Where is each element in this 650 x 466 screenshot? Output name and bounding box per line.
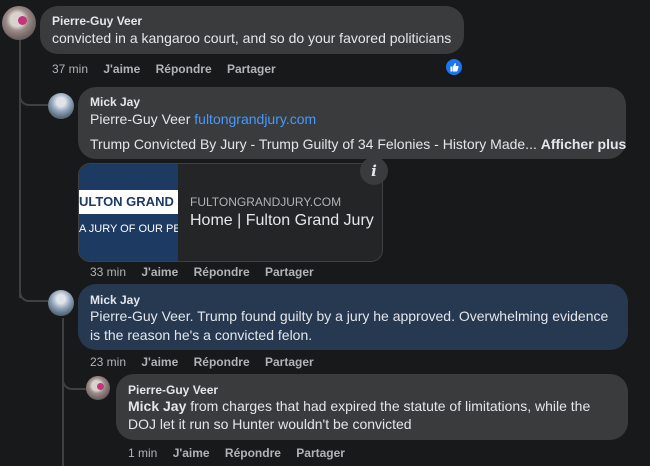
comment-text-line2: Trump Convicted By Jury - Trump Guilty o… (90, 135, 626, 154)
see-more-link[interactable]: Afficher plus (541, 136, 627, 152)
info-icon[interactable]: i (360, 157, 388, 185)
like-button[interactable]: J'aime (141, 265, 178, 279)
like-button[interactable]: J'aime (173, 446, 210, 460)
comment-text-line1: Pierre-Guy Veer. Trump found guilty by a… (90, 308, 609, 324)
comment-time[interactable]: 23 min (90, 355, 126, 369)
avatar-flower-detail (97, 383, 104, 390)
share-button[interactable]: Partager (227, 62, 276, 76)
link-preview-title: Home | Fulton Grand Jury (190, 212, 374, 229)
comment-text-line1: Pierre-Guy Veer fultongrandjury.com (90, 110, 316, 129)
share-button[interactable]: Partager (265, 265, 314, 279)
share-button[interactable]: Partager (296, 446, 345, 460)
comment-author[interactable]: Mick Jay (90, 95, 140, 109)
share-button[interactable]: Partager (265, 355, 314, 369)
thread-line-main (19, 40, 21, 298)
thread-connector-reply-3 (62, 366, 86, 390)
reply-button[interactable]: Répondre (156, 62, 212, 76)
like-button[interactable]: J'aime (103, 62, 140, 76)
link-preview-domain: FULTONGRANDJURY.COM (190, 195, 342, 209)
comment-text-line1: Mick Jay from charges that had expired t… (128, 397, 590, 416)
avatar[interactable] (48, 93, 74, 119)
avatar[interactable] (48, 290, 74, 316)
comment-text: convicted in a kangaroo court, and so do… (52, 30, 452, 46)
comment-text-line2: DOJ let it run so Hunter wouldn't be con… (128, 416, 412, 432)
thumbnail-subtitle: A JURY OF OUR PEERS (79, 223, 178, 235)
comment-author[interactable]: Pierre-Guy Veer (52, 14, 142, 28)
comment-author[interactable]: Mick Jay (90, 293, 140, 307)
like-button[interactable]: J'aime (141, 355, 178, 369)
reply-button[interactable]: Répondre (225, 446, 281, 460)
comment-time[interactable]: 33 min (90, 265, 126, 279)
thumbnail-title: ULTON GRAND JURY (79, 190, 178, 214)
link-text[interactable]: fultongrandjury.com (194, 111, 316, 127)
thread-connector-reply-1 (19, 80, 48, 106)
thread-connector-reply-2 (19, 276, 48, 302)
thread-line-nested (62, 318, 64, 466)
comment-author[interactable]: Pierre-Guy Veer (128, 383, 218, 397)
link-preview-thumbnail: ULTON GRAND JURY A JURY OF OUR PEERS (79, 164, 178, 261)
comment-actions: 23 min J'aime Répondre Partager (90, 355, 326, 369)
comment-time[interactable]: 37 min (52, 62, 88, 76)
avatar-flower-detail (18, 16, 27, 25)
comment-actions: 37 min J'aime Répondre Partager (52, 62, 288, 76)
comment-actions: 1 min J'aime Répondre Partager (128, 446, 357, 460)
comment-time[interactable]: 1 min (128, 446, 157, 460)
mention[interactable]: Pierre-Guy Veer (90, 111, 190, 127)
comment-text: from charges that had expired the statut… (190, 398, 591, 414)
avatar[interactable] (86, 376, 110, 400)
comment-text-line2: is the reason he's a convicted felon. (90, 327, 313, 343)
mention[interactable]: Mick Jay (128, 398, 186, 414)
avatar[interactable] (2, 6, 36, 40)
like-reaction-icon[interactable] (446, 59, 462, 75)
reply-button[interactable]: Répondre (194, 265, 250, 279)
link-preview-card[interactable]: ULTON GRAND JURY A JURY OF OUR PEERS FUL… (78, 163, 383, 262)
link-preview-text: Trump Convicted By Jury - Trump Guilty o… (90, 136, 537, 152)
reply-button[interactable]: Répondre (194, 355, 250, 369)
comment-actions: 33 min J'aime Répondre Partager (90, 265, 326, 279)
